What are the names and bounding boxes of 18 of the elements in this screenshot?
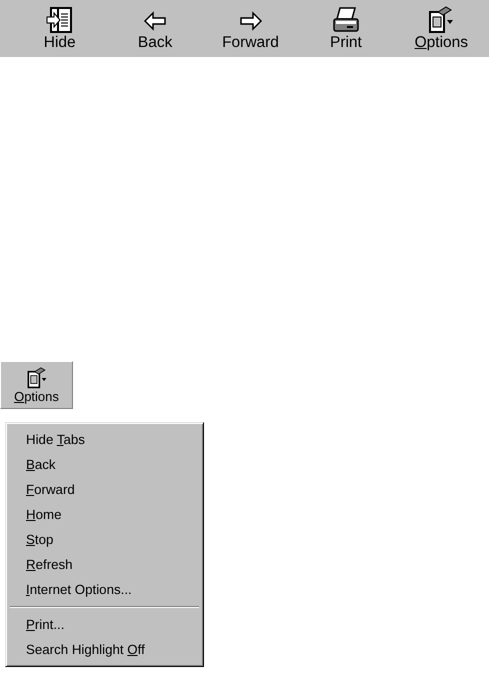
menu-item[interactable]: Print... [9,612,200,637]
toolbar-button[interactable]: Print [298,0,394,57]
options-icon [24,367,48,389]
options-button[interactable]: Options [0,361,73,409]
menu-item[interactable]: Internet Options... [9,577,200,602]
menu-item[interactable]: Stop [9,527,200,552]
toolbar-button[interactable]: Options [394,0,489,57]
menu-item[interactable]: Refresh [9,552,200,577]
toolbar-button[interactable]: Forward [202,0,298,57]
menu-item[interactable]: Home [9,502,200,527]
toolbar-button[interactable]: Hide [12,0,108,57]
menu-item[interactable]: Hide Tabs [9,427,200,452]
toolbar-button[interactable]: Back [107,0,203,57]
hide-pane-icon [44,6,75,34]
printer-icon [330,6,361,34]
menu-item[interactable]: Search Highlight Off [9,637,200,662]
menu-item[interactable]: Back [9,452,200,477]
menu-item[interactable]: Forward [9,477,200,502]
